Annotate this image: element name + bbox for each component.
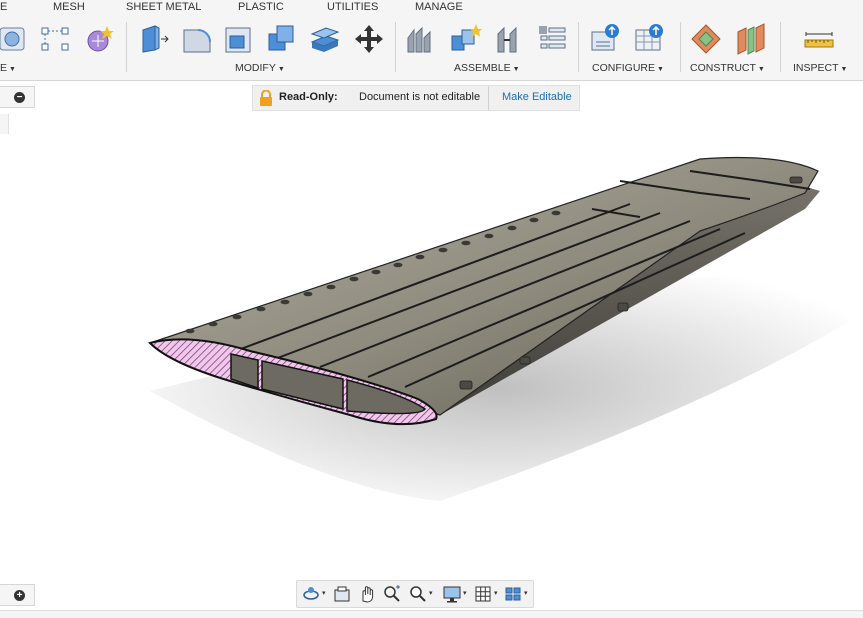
tab-utilities[interactable]: UTILITIES [327, 1, 378, 13]
tab-sheet-metal[interactable]: SHEET METAL [126, 1, 201, 13]
read-only-banner: Read-Only: Document is not editable Make… [252, 85, 580, 111]
configure-table-icon[interactable] [632, 22, 666, 56]
tab-manage[interactable]: MANAGE [415, 1, 463, 13]
viewports-icon[interactable] [503, 584, 523, 604]
move-copy-icon[interactable] [352, 22, 386, 56]
construct-group-label[interactable]: CONSTRUCT ▼ [690, 62, 765, 74]
browser-panel-edge [0, 114, 9, 134]
ribbon-toolbar: E MESH SHEET METAL PLASTIC UTILITIES MAN… [0, 0, 863, 81]
offset-face-icon[interactable] [308, 22, 342, 56]
banner-divider [488, 86, 489, 110]
bill-of-materials-icon[interactable] [535, 22, 569, 56]
fillet-icon[interactable] [180, 22, 214, 56]
tab-mesh[interactable]: MESH [53, 1, 85, 13]
zoom-icon[interactable] [408, 584, 428, 604]
orbit-icon[interactable] [301, 584, 321, 604]
toolbar-separator [395, 22, 396, 72]
minus-icon: − [14, 92, 25, 103]
tab-plastic[interactable]: PLASTIC [238, 1, 284, 13]
pan-icon[interactable] [357, 584, 377, 604]
read-only-label: Read-Only: [279, 91, 338, 103]
as-built-joint-icon[interactable] [492, 22, 526, 56]
make-editable-link[interactable]: Make Editable [502, 91, 572, 103]
viewports-dropdown-caret[interactable]: ▾ [524, 589, 528, 597]
midplane-icon[interactable] [734, 22, 768, 56]
grid-dropdown-caret[interactable]: ▾ [494, 589, 498, 597]
inspect-group-label[interactable]: INSPECT ▼ [793, 62, 847, 74]
shell-icon[interactable] [222, 22, 256, 56]
tab-solid[interactable]: E [0, 1, 7, 13]
press-pull-icon[interactable] [137, 22, 171, 56]
toolbar-separator [680, 22, 681, 72]
create-form-tool-icon[interactable] [0, 22, 30, 56]
create-group-label[interactable]: E ▼ [0, 62, 16, 74]
new-component-icon[interactable] [404, 22, 438, 56]
read-only-message: Document is not editable [359, 91, 481, 103]
combine-icon[interactable] [265, 22, 299, 56]
zoom-dropdown-caret[interactable]: ▾ [429, 589, 433, 597]
toolbar-separator [780, 22, 781, 72]
lock-icon [260, 90, 272, 106]
wing-model[interactable] [0, 81, 863, 617]
look-at-icon[interactable] [332, 584, 352, 604]
joint-icon[interactable] [448, 22, 482, 56]
zoom-window-icon[interactable] [382, 584, 402, 604]
configure-group-label[interactable]: CONFIGURE ▼ [592, 62, 664, 74]
assemble-group-label[interactable]: ASSEMBLE ▼ [454, 62, 520, 74]
orbit-dropdown-caret[interactable]: ▾ [322, 589, 326, 597]
display-settings-icon[interactable] [442, 584, 462, 604]
grid-icon[interactable] [473, 584, 493, 604]
comments-expand-button[interactable]: + [0, 584, 35, 606]
plus-icon: + [14, 590, 25, 601]
navigation-bar: ▾ ▾ ▾ ▾ ▾ [296, 580, 534, 608]
create-sketch-tool-icon[interactable] [38, 22, 72, 56]
configure-parameters-icon[interactable] [588, 22, 622, 56]
measure-icon[interactable] [802, 22, 836, 56]
browser-collapse-button[interactable]: − [0, 86, 35, 108]
offset-plane-icon[interactable] [690, 22, 724, 56]
display-dropdown-caret[interactable]: ▾ [463, 589, 467, 597]
modify-group-label[interactable]: MODIFY ▼ [235, 62, 285, 74]
create-generative-tool-icon[interactable] [82, 22, 116, 56]
toolbar-separator [578, 22, 579, 72]
toolbar-separator [126, 22, 127, 72]
